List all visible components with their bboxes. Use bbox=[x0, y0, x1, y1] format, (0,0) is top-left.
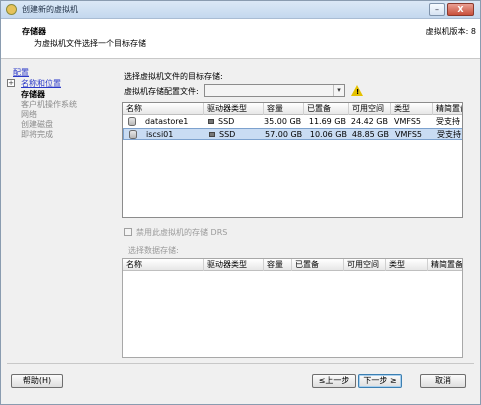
storage-profile-select[interactable]: ▾ bbox=[204, 84, 345, 97]
footer-divider bbox=[7, 363, 474, 364]
vm-version-label: 虚拟机版本: 8 bbox=[425, 27, 476, 36]
datastore-type: VMFS5 bbox=[395, 130, 423, 139]
col-name[interactable]: 名称 bbox=[123, 103, 204, 115]
datastore-icon bbox=[128, 117, 136, 126]
datastore-type: VMFS5 bbox=[394, 117, 422, 126]
col-type[interactable]: 类型 bbox=[391, 103, 433, 115]
col-thin[interactable]: 精简置备 bbox=[433, 103, 462, 115]
datastore-table-header: 名称 驱动器类型 容量 已置备 可用空间 类型 精简置备 bbox=[123, 103, 462, 115]
datastore-icon bbox=[129, 130, 137, 139]
disable-storage-drs-label: 禁用此虚拟机的存储 DRS bbox=[136, 228, 228, 237]
disable-storage-drs-checkbox[interactable] bbox=[124, 228, 132, 236]
expand-icon[interactable]: + bbox=[7, 79, 15, 87]
datastore-table: 名称 驱动器类型 容量 已置备 可用空间 类型 精简置备 datastore1 … bbox=[122, 102, 463, 218]
datastore-row[interactable]: datastore1 SSD 35.00 GB 11.69 GB 24.42 G… bbox=[123, 116, 462, 128]
col-provisioned[interactable]: 已置备 bbox=[292, 259, 344, 271]
col-provisioned[interactable]: 已置备 bbox=[304, 103, 349, 115]
datastore-row-selected[interactable]: iscsi01 SSD 57.00 GB 10.06 GB 48.85 GB V… bbox=[123, 128, 462, 140]
nav-step-name-location[interactable]: 名称和位置 bbox=[21, 78, 61, 89]
datastore-capacity: 57.00 GB bbox=[265, 130, 302, 139]
next-button[interactable]: 下一步 ≥ bbox=[358, 374, 402, 388]
datastore-cluster-table-header: 名称 驱动器类型 容量 已置备 可用空间 类型 精简置备 bbox=[123, 259, 462, 271]
datastore-drive-type: SSD bbox=[218, 117, 235, 126]
datastore-thin: 受支持 bbox=[436, 117, 460, 126]
back-button[interactable]: ≤上一步 bbox=[312, 374, 356, 388]
new-vm-wizard-window: 创建新的虚拟机 – X 存储器 为虚拟机文件选择一个目标存储 虚拟机版本: 8 … bbox=[0, 0, 481, 405]
close-button[interactable]: X bbox=[447, 3, 474, 16]
page-subtitle: 为虚拟机文件选择一个目标存储 bbox=[34, 39, 146, 48]
col-type[interactable]: 类型 bbox=[386, 259, 428, 271]
vm-app-icon bbox=[6, 4, 17, 15]
select-datastore-label: 选择数据存储: bbox=[128, 246, 179, 255]
datastore-free: 48.85 GB bbox=[351, 130, 389, 139]
cancel-button[interactable]: 取消 bbox=[420, 374, 466, 388]
nav-step-configuration[interactable]: 配置 bbox=[13, 67, 29, 78]
col-capacity[interactable]: 容量 bbox=[264, 259, 292, 271]
col-free[interactable]: 可用空间 bbox=[349, 103, 391, 115]
ssd-icon bbox=[209, 132, 215, 137]
profile-label: 虚拟机存储配置文件: bbox=[124, 87, 199, 96]
col-drive-type[interactable]: 驱动器类型 bbox=[204, 103, 264, 115]
datastore-provisioned: 10.06 GB bbox=[309, 130, 347, 139]
datastore-name: iscsi01 bbox=[146, 130, 174, 139]
nav-step-ready-to-complete: 即将完成 bbox=[21, 130, 53, 139]
help-button[interactable]: 帮助(H) bbox=[11, 374, 63, 388]
title-bar[interactable]: 创建新的虚拟机 – X bbox=[1, 1, 480, 19]
col-free[interactable]: 可用空间 bbox=[344, 259, 386, 271]
col-thin[interactable]: 精简置备 bbox=[428, 259, 462, 271]
warning-mark: ! bbox=[356, 88, 360, 96]
datastore-provisioned: 11.69 GB bbox=[308, 117, 346, 126]
datastore-capacity: 35.00 GB bbox=[264, 117, 301, 126]
chevron-down-icon[interactable]: ▾ bbox=[333, 85, 344, 96]
wizard-header: 存储器 为虚拟机文件选择一个目标存储 虚拟机版本: 8 bbox=[1, 19, 480, 59]
datastore-free: 24.42 GB bbox=[350, 117, 388, 126]
datastore-thin: 受支持 bbox=[437, 130, 461, 139]
col-capacity[interactable]: 容量 bbox=[264, 103, 304, 115]
col-name[interactable]: 名称 bbox=[123, 259, 204, 271]
select-target-label: 选择虚拟机文件的目标存储: bbox=[124, 72, 223, 81]
datastore-cluster-table: 名称 驱动器类型 容量 已置备 可用空间 类型 精简置备 bbox=[122, 258, 463, 358]
ssd-icon bbox=[208, 119, 214, 124]
datastore-name: datastore1 bbox=[145, 117, 189, 126]
col-drive-type[interactable]: 驱动器类型 bbox=[204, 259, 264, 271]
window-title: 创建新的虚拟机 bbox=[22, 5, 78, 14]
minimize-button[interactable]: – bbox=[429, 3, 445, 16]
datastore-drive-type: SSD bbox=[219, 130, 236, 139]
page-title: 存储器 bbox=[22, 27, 46, 36]
